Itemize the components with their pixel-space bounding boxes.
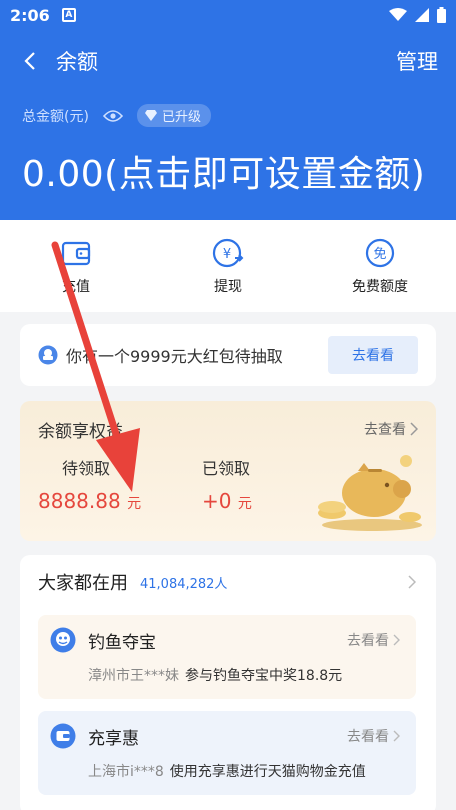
nav-bar: 余额 管理 xyxy=(0,30,456,92)
diamond-icon xyxy=(144,110,157,121)
recharge-label: 充值 xyxy=(62,279,90,295)
free-quota-icon: 免 xyxy=(365,238,395,268)
service-user: 漳州市王***妹 xyxy=(88,668,179,684)
service-item-head: 充享惠 去看看 xyxy=(50,723,400,749)
wallet-icon xyxy=(61,241,91,266)
service-desc-text: 使用充享惠进行天猫购物金充值 xyxy=(169,764,366,780)
svg-text:免: 免 xyxy=(373,247,386,262)
service-item-fishing[interactable]: 钓鱼夺宝 去看看 漳州市王***妹 参与钓鱼夺宝中奖18.8元 xyxy=(38,615,416,699)
pending-unit: 元 xyxy=(127,496,142,512)
service-go-link[interactable]: 去看看 xyxy=(347,630,400,650)
pending-label: 待领取 xyxy=(62,459,111,478)
pending-column: 待领取 8888.88 元 xyxy=(38,455,188,513)
popular-header[interactable]: 大家都在用 41,084,282人 xyxy=(38,569,416,595)
chevron-right-icon xyxy=(408,575,416,589)
chevron-right-icon xyxy=(410,422,418,436)
service-item-head: 钓鱼夺宝 去看看 xyxy=(50,627,400,653)
received-value: +0 xyxy=(202,489,232,513)
free-quota-label: 免费额度 xyxy=(352,279,408,295)
service-go-link[interactable]: 去看看 xyxy=(347,726,400,746)
benefit-view-label: 去查看 xyxy=(364,422,406,438)
withdraw-action[interactable]: ¥ 提现 xyxy=(152,220,304,312)
upgraded-badge[interactable]: 已升级 xyxy=(136,104,211,127)
service-desc-text: 参与钓鱼夺宝中奖18.8元 xyxy=(185,668,343,684)
recharge-icon xyxy=(50,723,76,749)
service-user: 上海市i***8 xyxy=(88,764,164,780)
red-packet-icon xyxy=(38,345,58,365)
service-go-label: 去看看 xyxy=(347,633,389,649)
withdraw-label: 提现 xyxy=(214,279,242,295)
service-go-label: 去看看 xyxy=(347,729,389,745)
pending-amount: 8888.88 元 xyxy=(38,489,188,513)
recharge-action[interactable]: 充值 xyxy=(0,220,152,312)
red-packet-go-button[interactable]: 去看看 xyxy=(328,336,418,374)
balance-amount[interactable]: 0.00(点击即可设置金额) xyxy=(0,145,456,197)
chevron-right-icon xyxy=(393,730,400,742)
manage-button[interactable]: 管理 xyxy=(396,46,438,76)
badge-label: 已升级 xyxy=(161,110,201,125)
service-title: 钓鱼夺宝 xyxy=(88,632,156,653)
wifi-icon xyxy=(389,8,407,21)
piggy-bank-icon xyxy=(318,455,422,531)
benefit-header: 余额享权益 去查看 xyxy=(20,401,436,445)
fishing-icon xyxy=(50,627,76,653)
battery-icon xyxy=(437,7,446,23)
eye-icon[interactable] xyxy=(102,109,123,123)
balance-header: 余额 管理 总金额(元) 已升级 0.00(点击即可设置金额) xyxy=(0,30,456,220)
status-icons xyxy=(389,7,446,23)
red-packet-banner[interactable]: 你有一个9999元大红包待抽取 去看看 xyxy=(20,324,436,386)
back-button[interactable] xyxy=(18,49,42,73)
free-quota-action[interactable]: 免 免费额度 xyxy=(304,220,456,312)
popular-services-card: 大家都在用 41,084,282人 钓鱼夺宝 去看看 漳州市王***妹 参与钓鱼夺… xyxy=(20,555,436,810)
benefit-title: 余额享权益 xyxy=(38,421,123,442)
svg-text:¥: ¥ xyxy=(223,247,231,262)
status-bar: 2:06 A xyxy=(0,0,456,30)
service-item-recharge[interactable]: 充享惠 去看看 上海市i***8 使用充享惠进行天猫购物金充值 xyxy=(38,711,416,795)
pending-value: 8888.88 xyxy=(38,489,121,513)
received-unit: 元 xyxy=(237,496,252,512)
service-desc: 上海市i***8 使用充享惠进行天猫购物金充值 xyxy=(50,761,400,781)
popular-title: 大家都在用 xyxy=(38,573,128,594)
service-title: 充享惠 xyxy=(88,728,139,749)
signal-icon xyxy=(415,8,429,22)
balance-benefits-card[interactable]: 余额享权益 去查看 待领取 8888.88 元 已领取 +0 元 xyxy=(20,401,436,541)
benefit-view-link[interactable]: 去查看 xyxy=(364,419,418,439)
withdraw-icon: ¥ xyxy=(212,238,244,268)
popular-count: 41,084,282人 xyxy=(140,576,228,592)
page-title: 余额 xyxy=(56,50,98,74)
status-time: 2:06 xyxy=(10,5,50,25)
total-label: 总金额(元) xyxy=(22,108,89,125)
service-desc: 漳州市王***妹 参与钓鱼夺宝中奖18.8元 xyxy=(50,665,400,685)
total-row: 总金额(元) 已升级 xyxy=(0,104,456,127)
chevron-right-icon xyxy=(393,634,400,646)
chevron-left-icon xyxy=(24,52,35,70)
sim-icon: A xyxy=(61,8,76,22)
action-row: 充值 ¥ 提现 免 免费额度 xyxy=(0,220,456,312)
red-packet-text: 你有一个9999元大红包待抽取 xyxy=(66,347,283,366)
